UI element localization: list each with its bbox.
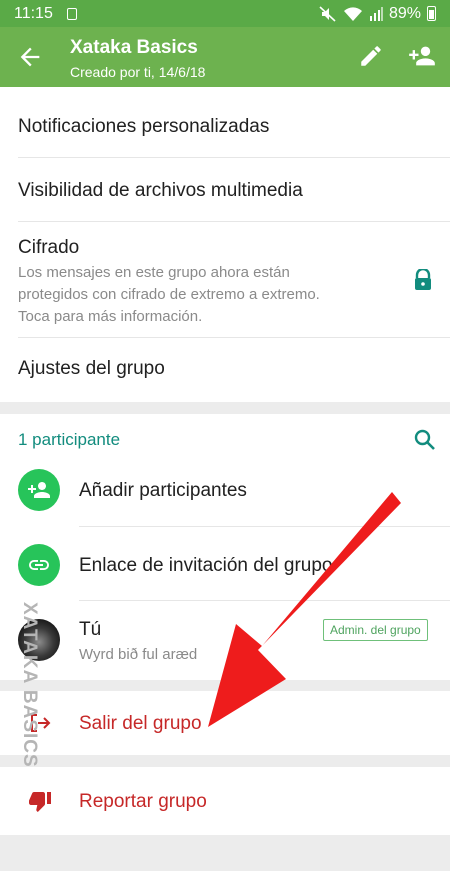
red-arrow-annotation: [208, 492, 401, 727]
